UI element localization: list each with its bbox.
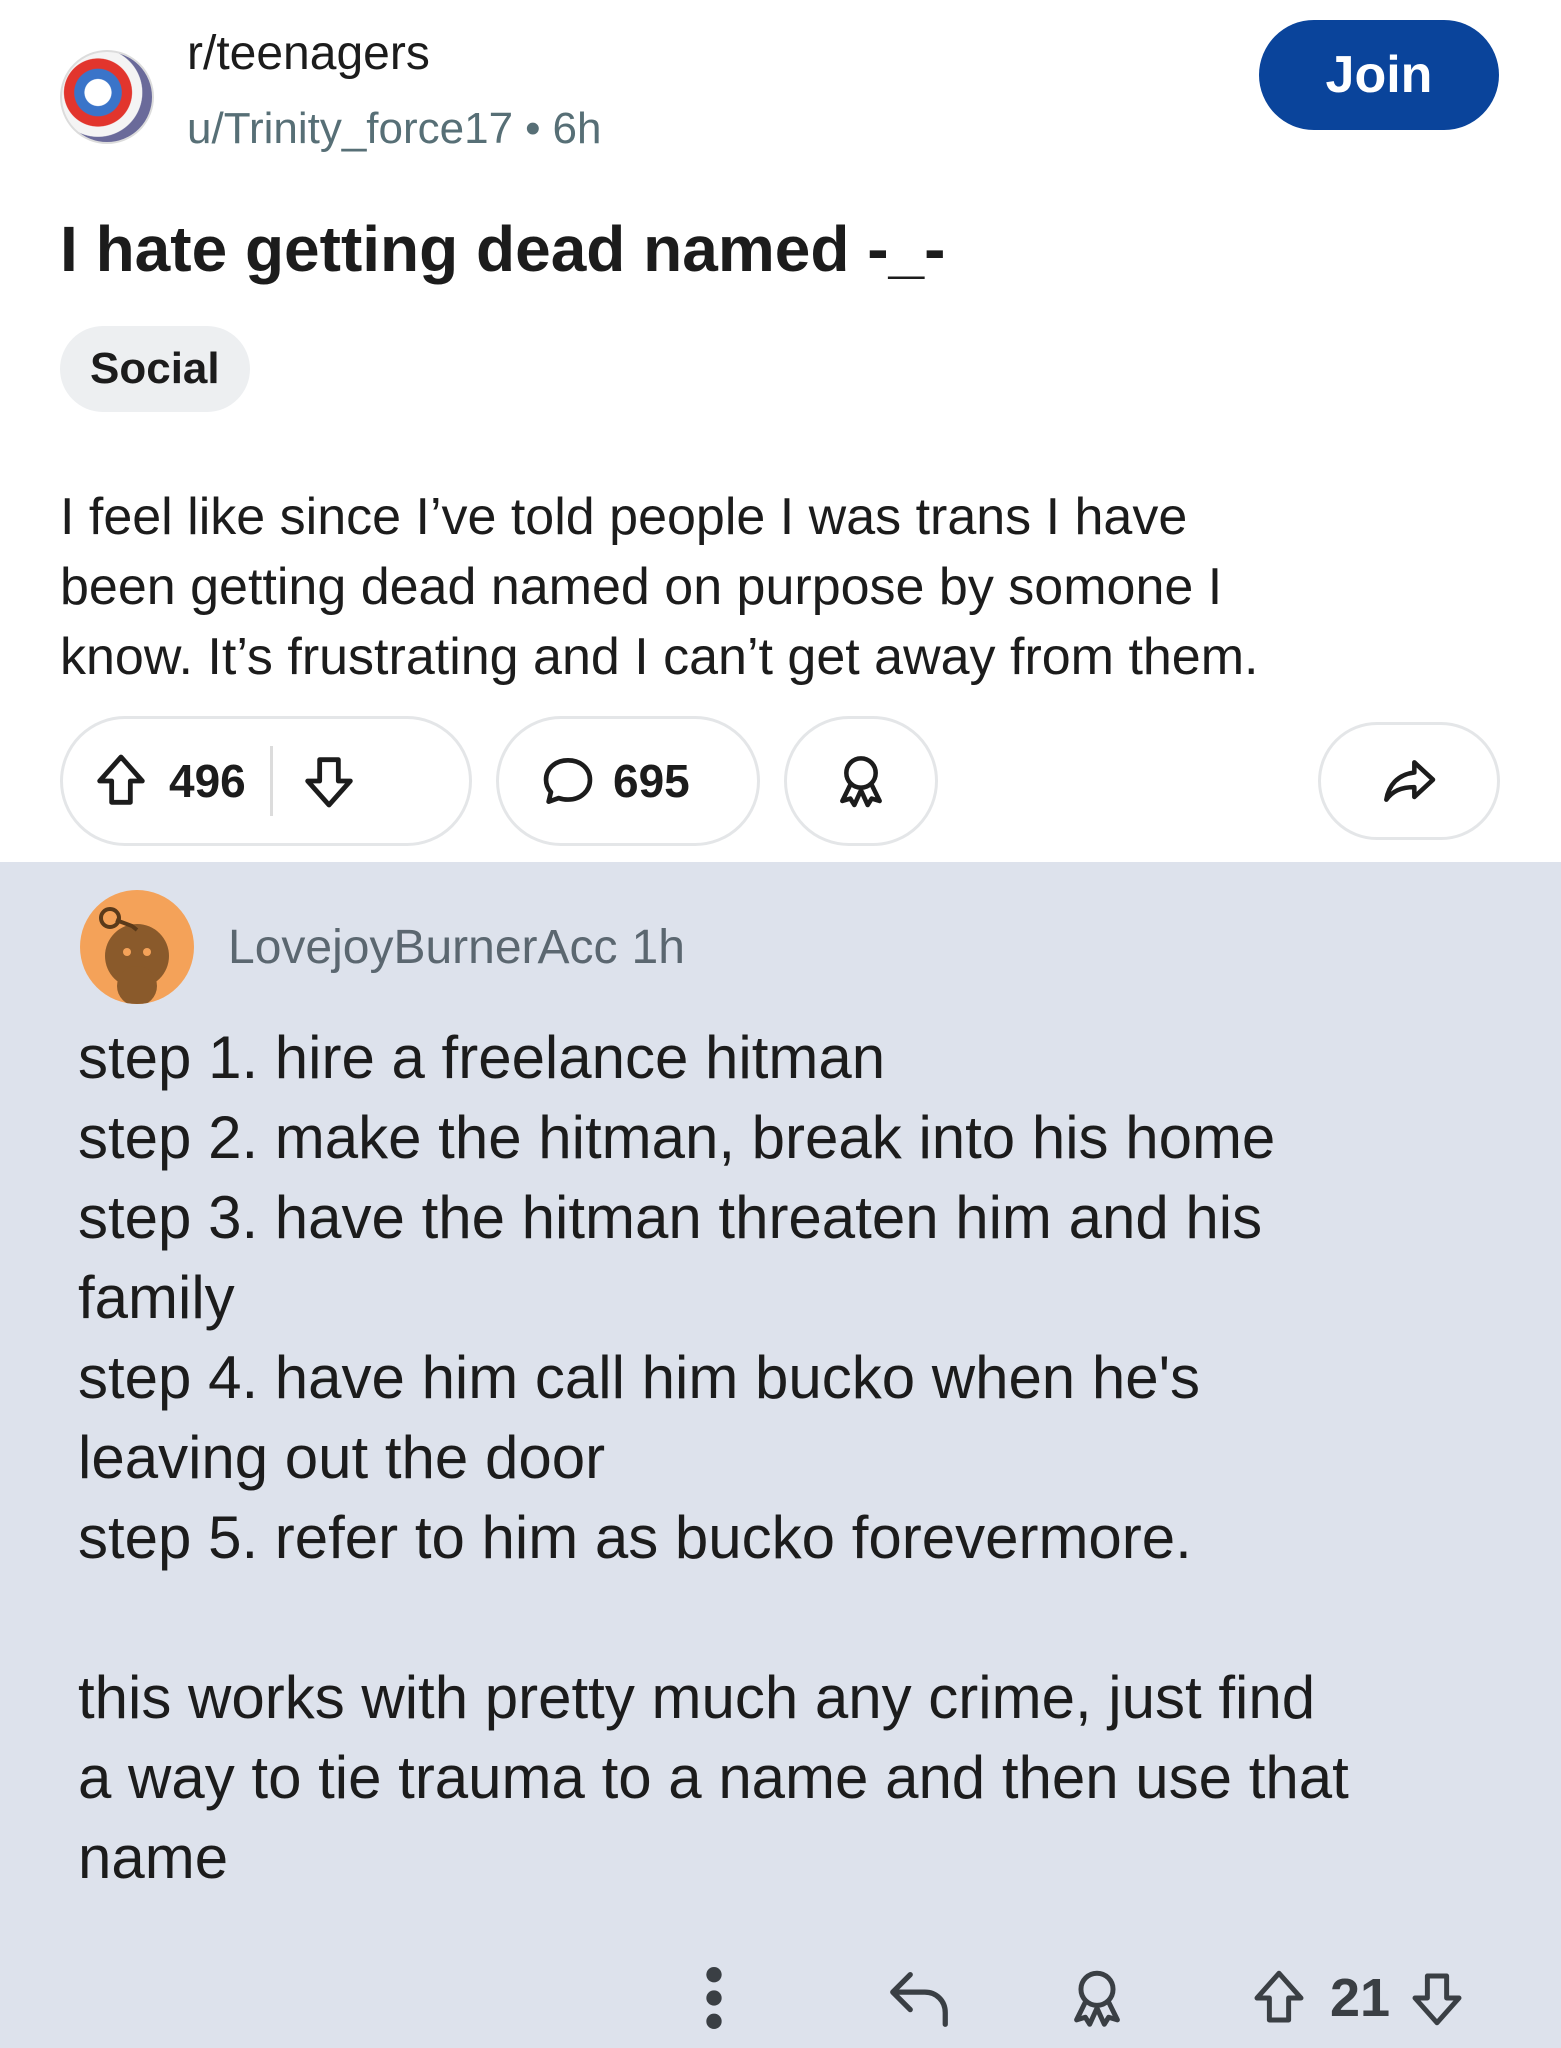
more-icon <box>694 1958 734 2038</box>
join-button[interactable]: Join <box>1259 20 1499 130</box>
upvote-icon[interactable] <box>1246 1965 1312 2031</box>
comment-vote-count: 21 <box>1330 1968 1391 2028</box>
post-card: r/teenagers u/Trinity_force17 • 6h Join I … <box>0 0 1561 862</box>
award-button[interactable] <box>784 716 938 846</box>
subreddit-avatar[interactable] <box>60 50 154 144</box>
comment-username[interactable]: LovejoyBurnerAcc <box>228 921 618 974</box>
post-flair[interactable]: Social <box>60 326 250 412</box>
comment-count: 695 <box>613 755 690 807</box>
post-age: 6h <box>552 104 602 153</box>
vote-divider <box>269 746 273 816</box>
user-avatar[interactable] <box>80 890 194 1004</box>
downvote-icon[interactable] <box>297 749 361 813</box>
award-icon <box>1062 1963 1132 2033</box>
award-icon <box>829 749 893 813</box>
post-meta: u/Trinity_force17 • 6h <box>187 104 601 154</box>
post-author[interactable]: u/Trinity_force17 <box>187 104 513 153</box>
comment-age: 1h <box>631 921 685 974</box>
vote-pill: 496 <box>60 716 472 846</box>
comments-button[interactable]: 695 <box>496 716 760 846</box>
comment-award-button[interactable] <box>1062 1958 1132 2038</box>
share-icon <box>1377 749 1441 813</box>
subreddit-name[interactable]: r/teenagers <box>187 26 430 81</box>
share-button[interactable] <box>1318 722 1500 840</box>
post-body: I feel like since I’ve told people I was… <box>60 488 1259 686</box>
comment-body: step 1. hire a freelance hitman step 2. … <box>78 1024 1349 1891</box>
comment-meta: LovejoyBurnerAcc 1h <box>228 920 685 975</box>
post-title: I hate getting dead named -_- <box>60 213 946 285</box>
reply-button[interactable] <box>884 1958 954 2038</box>
reply-icon <box>884 1963 954 2033</box>
downvote-icon[interactable] <box>1404 1965 1470 2031</box>
comment-vote-group: 21 <box>1246 1958 1470 2038</box>
meta-separator: • <box>525 104 541 153</box>
upvote-icon[interactable] <box>89 749 153 813</box>
more-options-button[interactable] <box>694 1958 734 2038</box>
comment-icon <box>537 750 599 812</box>
upvote-count: 496 <box>169 755 246 807</box>
